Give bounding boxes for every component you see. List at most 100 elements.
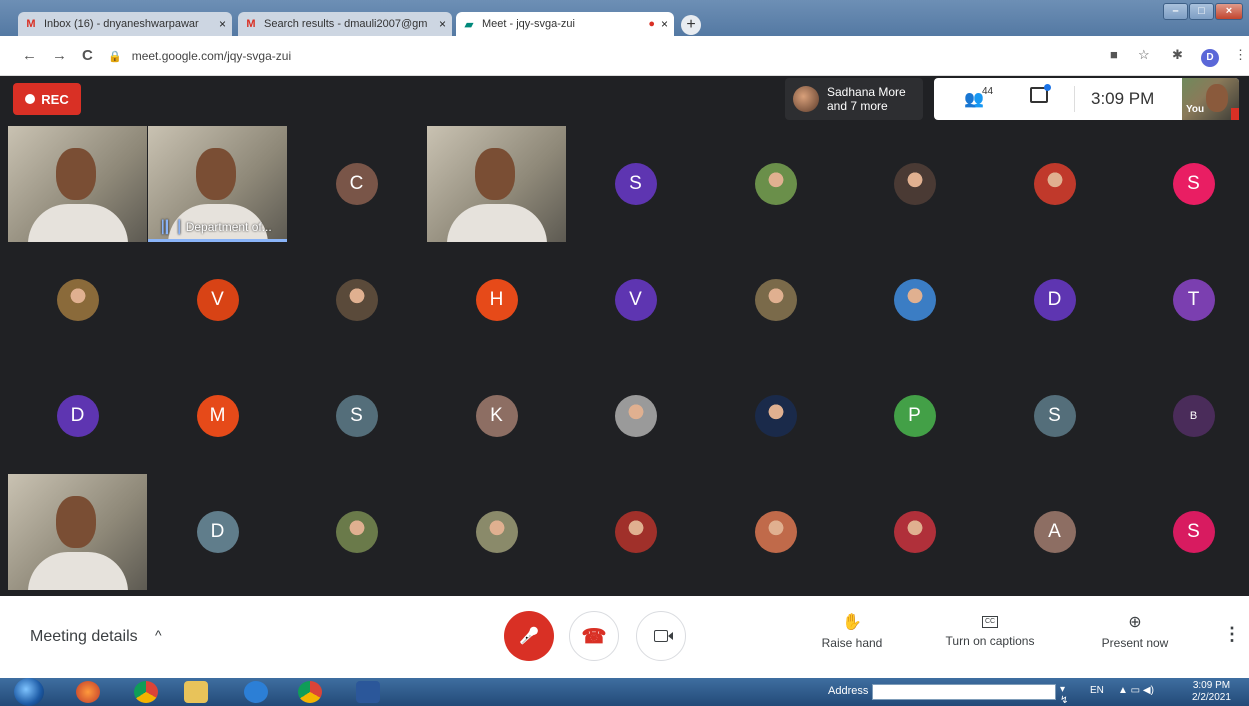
participant-tile[interactable]: [287, 474, 426, 590]
participant-tile[interactable]: T: [1124, 242, 1249, 358]
tab-inbox[interactable]: M Inbox (16) - dnyaneshwarpawar ×: [18, 12, 232, 36]
word-icon[interactable]: [356, 681, 380, 703]
participant-tile[interactable]: S: [1124, 126, 1249, 242]
participant-face: [196, 148, 236, 200]
chrome-icon[interactable]: [298, 681, 322, 703]
participant-name: Department of...: [185, 220, 272, 234]
you-label: You: [1186, 104, 1205, 115]
mic-toggle-button[interactable]: 🎤: [504, 611, 554, 661]
camera-indicator-icon[interactable]: ■: [1110, 47, 1118, 62]
participant-photo: [1033, 163, 1076, 205]
close-icon[interactable]: ×: [219, 17, 226, 31]
extensions-icon[interactable]: ✱: [1172, 47, 1183, 63]
participant-tile[interactable]: [706, 242, 845, 358]
participant-tile[interactable]: A: [985, 474, 1124, 590]
people-icon[interactable]: 👥: [964, 89, 984, 109]
reload-icon[interactable]: C: [82, 47, 93, 64]
participant-tile[interactable]: M: [148, 358, 287, 474]
participant-photo: [754, 163, 797, 205]
raise-hand-button[interactable]: ✋ Raise hand: [812, 612, 892, 650]
meeting-details-button[interactable]: Meeting details: [30, 628, 138, 646]
chevron-up-icon[interactable]: ^: [155, 627, 162, 643]
lock-icon: 🔒: [108, 50, 122, 63]
participant-photo: [335, 511, 378, 553]
participant-tile[interactable]: S: [1124, 474, 1249, 590]
close-icon[interactable]: ×: [439, 17, 446, 31]
participant-photo: [893, 163, 936, 205]
windows-taskbar: Address ▾ ↯ EN ▲ ▭ ◀) 3:09 PM 2/2/2021: [0, 678, 1249, 706]
participant-tile[interactable]: S: [985, 358, 1124, 474]
back-icon[interactable]: ←: [22, 47, 37, 64]
participant-tile[interactable]: [8, 242, 147, 358]
close-icon[interactable]: ×: [661, 17, 668, 31]
participant-avatar: S: [335, 395, 378, 437]
camera-icon: [654, 630, 673, 642]
participant-photo: [335, 279, 378, 321]
present-now-button[interactable]: ⊕ Present now: [1093, 612, 1177, 650]
internet-explorer-icon[interactable]: [244, 681, 268, 703]
new-tab-button[interactable]: +: [681, 15, 701, 35]
participant-tile[interactable]: D: [985, 242, 1124, 358]
self-face: [1206, 84, 1228, 112]
profile-avatar[interactable]: D: [1201, 49, 1219, 67]
participant-tile[interactable]: [845, 126, 984, 242]
forward-icon[interactable]: →: [52, 47, 67, 64]
participant-tile[interactable]: [427, 474, 566, 590]
participant-avatar: B: [1172, 395, 1215, 437]
tray-icons[interactable]: ▲ ▭ ◀): [1118, 685, 1154, 696]
participant-tile[interactable]: C: [287, 126, 426, 242]
participant-tile[interactable]: H: [427, 242, 566, 358]
participant-tile[interactable]: [706, 126, 845, 242]
tab-title: Inbox (16) - dnyaneshwarpawar: [44, 18, 199, 30]
participant-tile[interactable]: B: [1124, 358, 1249, 474]
bookmark-star-icon[interactable]: ☆: [1138, 47, 1150, 63]
file-explorer-icon[interactable]: [184, 681, 208, 703]
end-call-button[interactable]: ☎: [569, 611, 619, 661]
raise-hand-label: Raise hand: [821, 636, 883, 650]
browser-menu-icon[interactable]: ⋮: [1234, 47, 1247, 63]
participant-tile[interactable]: [845, 242, 984, 358]
window-close-button[interactable]: ×: [1215, 3, 1243, 20]
tab-meet[interactable]: ▰ Meet - jqy-svga-zui ● ×: [456, 12, 674, 36]
system-clock[interactable]: 3:09 PM 2/2/2021: [1192, 680, 1231, 704]
participant-tile[interactable]: D: [8, 358, 147, 474]
participant-tile[interactable]: [566, 358, 705, 474]
tab-search-results[interactable]: M Search results - dmauli2007@gm ×: [238, 12, 452, 36]
participant-tile[interactable]: [985, 126, 1124, 242]
participant-tile[interactable]: D: [148, 474, 287, 590]
participant-tile[interactable]: S: [287, 358, 426, 474]
participant-tile[interactable]: [845, 474, 984, 590]
participant-avatar: S: [614, 163, 657, 205]
participant-tile[interactable]: S: [566, 126, 705, 242]
participant-avatar: D: [196, 511, 239, 553]
participant-tile[interactable]: [566, 474, 705, 590]
gmail-icon: M: [26, 18, 36, 30]
address-go-icon[interactable]: ▾ ↯: [1060, 684, 1076, 706]
minimize-button[interactable]: –: [1163, 3, 1188, 20]
presenter-info[interactable]: Sadhana More and 7 more: [785, 78, 923, 120]
captions-button[interactable]: CC Turn on captions: [938, 612, 1042, 648]
language-indicator[interactable]: EN: [1090, 685, 1104, 696]
participant-tile[interactable]: V: [566, 242, 705, 358]
chrome-icon[interactable]: [134, 681, 158, 703]
more-options-icon[interactable]: ⋮: [1223, 624, 1241, 645]
participant-tile[interactable]: [706, 474, 845, 590]
participant-tile[interactable]: [427, 126, 566, 242]
firefox-icon[interactable]: [76, 681, 100, 703]
participant-avatar: M: [196, 395, 239, 437]
participant-tile[interactable]: [706, 358, 845, 474]
participant-tile[interactable]: K: [427, 358, 566, 474]
participant-tile[interactable]: [287, 242, 426, 358]
maximize-button[interactable]: □: [1189, 3, 1214, 20]
start-button[interactable]: [14, 678, 44, 706]
url-field[interactable]: 🔒 meet.google.com/jqy-svga-zui: [108, 44, 1108, 68]
participant-tile[interactable]: [8, 126, 147, 242]
camera-toggle-button[interactable]: [636, 611, 686, 661]
participant-tile[interactable]: [8, 474, 147, 590]
participant-tile[interactable]: P: [845, 358, 984, 474]
address-toolbar-input[interactable]: [872, 684, 1056, 700]
participant-grid: ▕┃▕ Department of... C S S V H V D T D M S K P S B D A S: [8, 126, 1241, 590]
meet-icon: ▰: [464, 18, 474, 31]
participant-tile[interactable]: V: [148, 242, 287, 358]
participant-tile[interactable]: ▕┃▕ Department of...: [148, 126, 287, 242]
